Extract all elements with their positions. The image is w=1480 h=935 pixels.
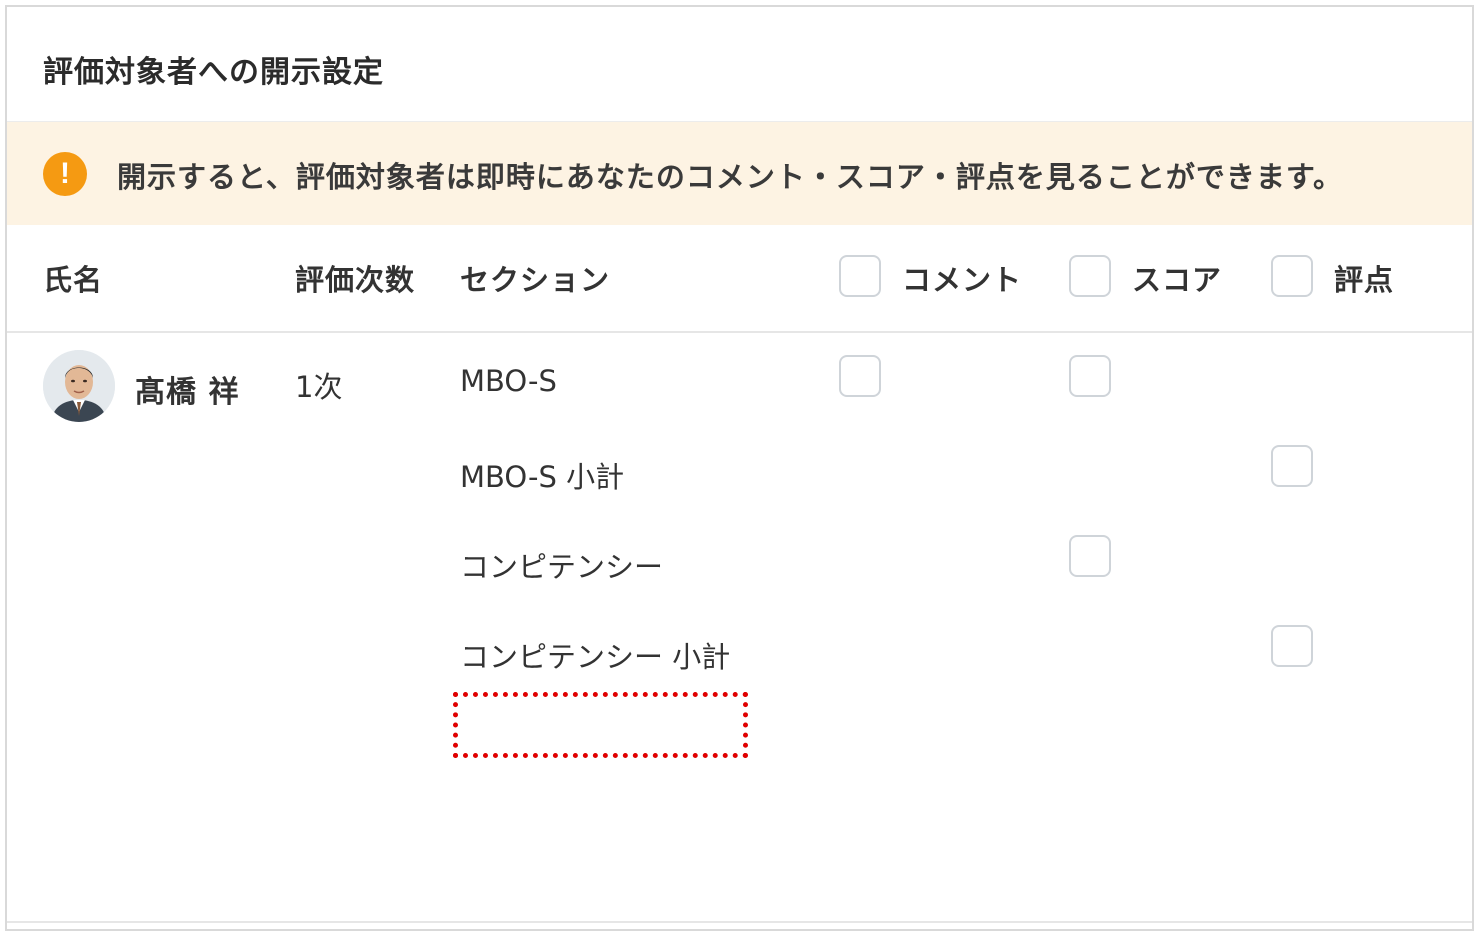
notice-banner: ! 開示すると、評価対象者は即時にあなたのコメント・スコア・評点を見ることができ…: [7, 121, 1472, 225]
disclosure-settings-panel: 評価対象者への開示設定 ! 開示すると、評価対象者は即時にあなたのコメント・スコ…: [5, 5, 1474, 931]
mbo-s-subtotal-rating-checkbox[interactable]: [1271, 445, 1313, 487]
column-header-name: 氏名: [43, 263, 104, 297]
section-label-competency-subtotal: コンピテンシー 小計: [460, 640, 731, 674]
notice-text: 開示すると、評価対象者は即時にあなたのコメント・スコア・評点を見ることができます…: [117, 160, 1343, 194]
exclamation-icon: !: [43, 152, 87, 196]
column-header-comment: コメント: [902, 263, 1023, 297]
column-header-round: 評価次数: [295, 263, 416, 297]
mbo-s-score-checkbox[interactable]: [1069, 355, 1111, 397]
highlight-placeholder-box: [453, 692, 748, 758]
section-label-mbo-s: MBO-S: [460, 364, 557, 398]
competency-subtotal-rating-checkbox[interactable]: [1271, 625, 1313, 667]
column-header-section: セクション: [460, 263, 611, 297]
evaluation-round: 1次: [295, 370, 343, 404]
rating-select-all-checkbox[interactable]: [1271, 255, 1313, 297]
section-label-mbo-s-subtotal: MBO-S 小計: [460, 460, 625, 494]
person-avatar: [43, 350, 115, 422]
avatar-photo: [43, 350, 115, 422]
panel-title: 評価対象者への開示設定: [43, 55, 384, 90]
header-divider: [7, 331, 1472, 333]
section-label-competency: コンピテンシー: [460, 550, 664, 584]
mbo-s-comment-checkbox[interactable]: [839, 355, 881, 397]
competency-score-checkbox[interactable]: [1069, 535, 1111, 577]
bottom-divider: [7, 921, 1472, 923]
column-header-rating: 評点: [1334, 263, 1395, 297]
person-name: 髙橋 祥: [135, 375, 240, 410]
score-select-all-checkbox[interactable]: [1069, 255, 1111, 297]
column-header-score: スコア: [1132, 263, 1223, 297]
comment-select-all-checkbox[interactable]: [839, 255, 881, 297]
